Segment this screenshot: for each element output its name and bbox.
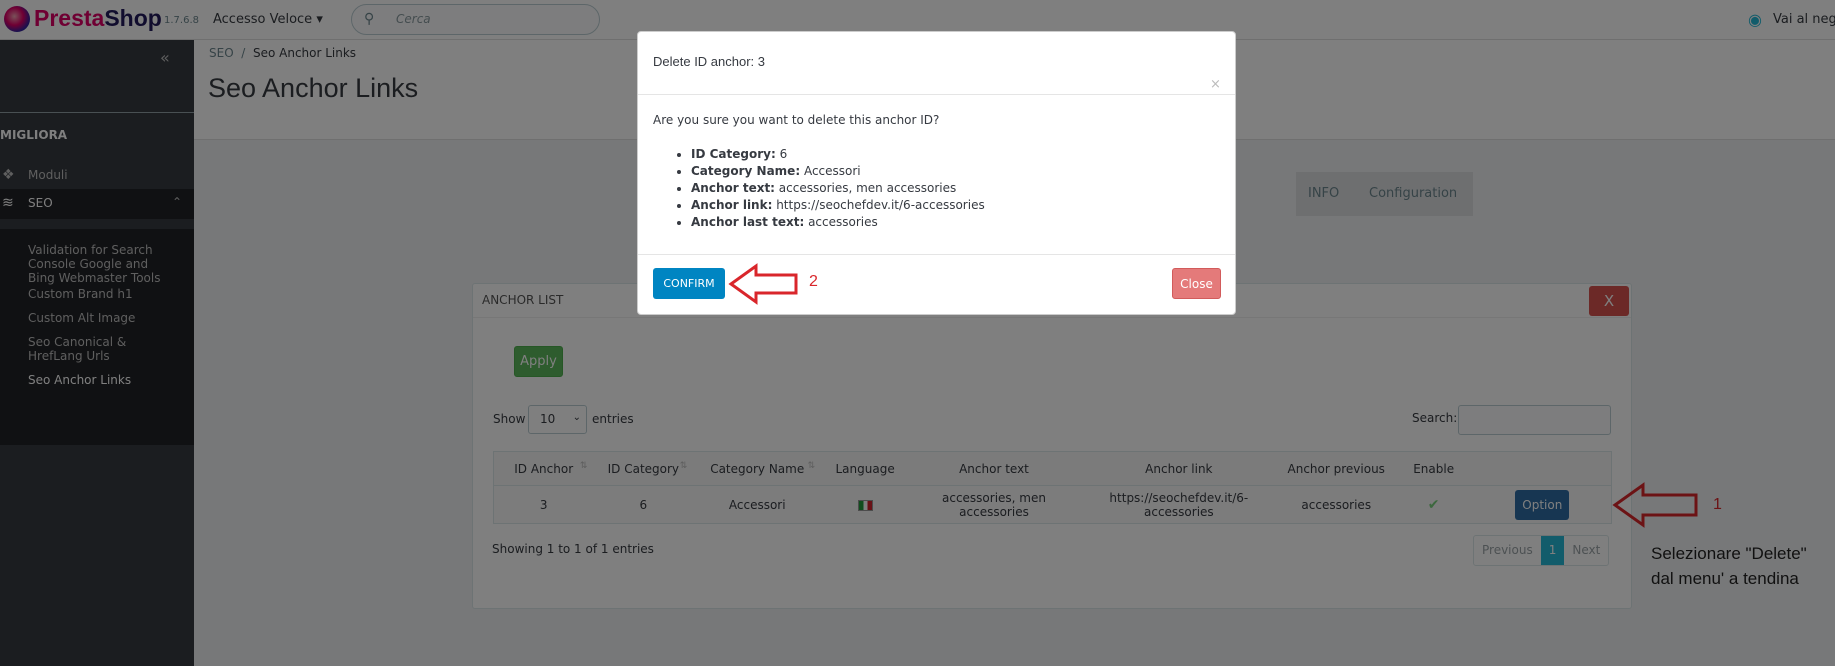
detail-anchor-last-text: Anchor last text: accessories [691, 214, 985, 231]
modal-header: Delete ID anchor: 3 × [638, 32, 1235, 95]
delete-modal: Delete ID anchor: 3 × Are you sure you w… [637, 31, 1236, 315]
detail-anchor-text: Anchor text: accessories, men accessorie… [691, 180, 985, 197]
detail-value: Accessori [800, 164, 861, 178]
detail-key: Category Name: [691, 164, 801, 178]
close-button[interactable]: Close [1172, 268, 1221, 299]
page: PrestaShop 1.7.6.8 Accesso Veloce ▾ ⚲ Ce… [0, 0, 1835, 666]
detail-id-category: ID Category: 6 [691, 146, 985, 163]
detail-key: Anchor text: [691, 181, 775, 195]
annotation-number-2: 2 [809, 273, 818, 290]
close-icon[interactable]: × [1210, 77, 1221, 92]
detail-value: accessories [804, 215, 878, 229]
detail-anchor-link: Anchor link: https://seochefdev.it/6-acc… [691, 197, 985, 214]
detail-key: Anchor last text: [691, 215, 805, 229]
detail-key: Anchor link: [691, 198, 773, 212]
detail-key: ID Category: [691, 147, 776, 161]
confirm-button[interactable]: CONFIRM [653, 268, 725, 299]
modal-title: Delete ID anchor: 3 [653, 54, 766, 69]
modal-question: Are you sure you want to delete this anc… [653, 113, 940, 127]
modal-details-list: ID Category: 6 Category Name: Accessori … [691, 146, 985, 231]
detail-category-name: Category Name: Accessori [691, 163, 985, 180]
red-arrow-2-icon [728, 263, 798, 305]
detail-value: 6 [775, 147, 788, 161]
detail-value: https://seochefdev.it/6-accessories [772, 198, 985, 212]
modal-footer [638, 254, 1235, 255]
detail-value: accessories, men accessories [774, 181, 957, 195]
